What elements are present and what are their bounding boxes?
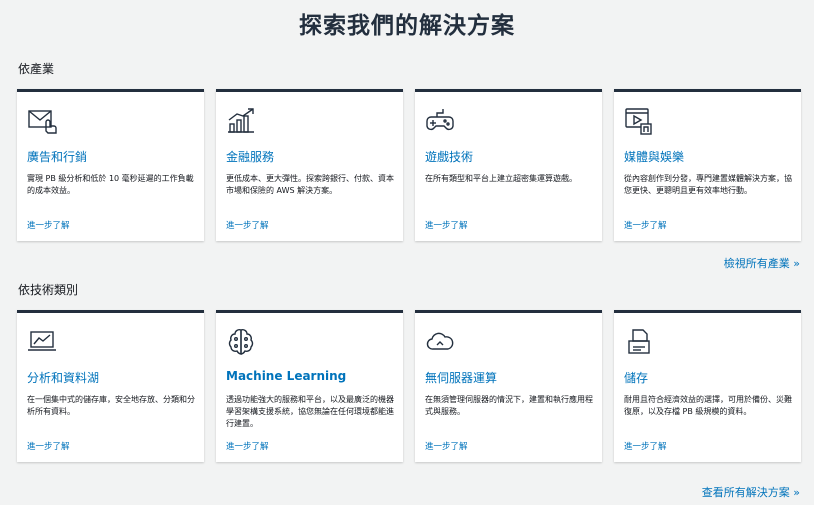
tech-card-desc: 耐用且符合經濟效益的選擇，可用於備份、災難復原，以及存檔 PB 級規模的資料。: [624, 395, 792, 416]
tech-card-machine-learning[interactable]: Machine Learning 透過功能強大的服務和平台，以及最廣泛的機器學習…: [216, 310, 403, 462]
tech-card-desc: 在一個集中式的儲存庫，安全地存放、分類和分析所有資料。: [27, 395, 195, 416]
tech-card-title[interactable]: 分析和資料湖: [27, 369, 99, 386]
cloud-icon: [425, 327, 455, 357]
learn-more-link[interactable]: 進一步了解: [425, 440, 468, 452]
industry-card-desc: 在所有類型和平台上建立超密集運算遊戲。: [425, 174, 577, 183]
game-controller-icon: [425, 106, 455, 136]
growth-chart-icon: [226, 106, 256, 136]
ad-mail-icon: [27, 106, 57, 136]
industry-card-title[interactable]: 金融服務: [226, 148, 274, 165]
industry-card-desc: 實現 PB 級分析和低於 10 毫秒延遲的工作負載的成本效益。: [27, 174, 194, 195]
learn-more-link[interactable]: 進一步了解: [27, 440, 70, 452]
tech-card-storage[interactable]: 儲存 耐用且符合經濟效益的選擇，可用於備份、災難復原，以及存檔 PB 級規模的資…: [614, 310, 801, 462]
technology-grid: 分析和資料湖 在一個集中式的儲存庫，安全地存放、分類和分析所有資料。 進一步了解…: [17, 310, 801, 462]
industry-card-title[interactable]: 媒體與娛樂: [624, 148, 684, 165]
industry-card-financial[interactable]: 金融服務 更低成本、更大彈性。探索跨銀行、付款、資本市場和保險的 AWS 解決方…: [216, 89, 403, 241]
industry-section-label: 依產業: [18, 62, 55, 76]
tech-card-title[interactable]: Machine Learning: [226, 369, 346, 383]
analytics-monitor-icon: [27, 327, 57, 357]
see-all-solutions-link[interactable]: 查看所有解決方案 »: [702, 484, 800, 500]
industry-card-title[interactable]: 廣告和行銷: [27, 148, 87, 165]
learn-more-link[interactable]: 進一步了解: [226, 219, 269, 231]
tech-card-serverless[interactable]: 無伺服器運算 在無須管理伺服器的情況下，建置和執行應用程式與服務。 進一步了解: [415, 310, 602, 462]
media-player-icon: [624, 106, 654, 136]
learn-more-link[interactable]: 進一步了解: [27, 219, 70, 231]
brain-chip-icon: [226, 327, 256, 357]
learn-more-link[interactable]: 進一步了解: [425, 219, 468, 231]
industry-card-title[interactable]: 遊戲技術: [425, 148, 473, 165]
tech-card-title[interactable]: 無伺服器運算: [425, 369, 497, 386]
industry-card-gaming[interactable]: 遊戲技術 在所有類型和平台上建立超密集運算遊戲。 進一步了解: [415, 89, 602, 241]
learn-more-link[interactable]: 進一步了解: [624, 219, 667, 231]
industry-card-media[interactable]: 媒體與娛樂 從內容創作到分發，專門建置媒體解決方案，協您更快、更聰明且更有效率地…: [614, 89, 801, 241]
tech-card-analytics[interactable]: 分析和資料湖 在一個集中式的儲存庫，安全地存放、分類和分析所有資料。 進一步了解: [17, 310, 204, 462]
tech-card-desc: 在無須管理伺服器的情況下，建置和執行應用程式與服務。: [425, 395, 593, 416]
storage-printer-icon: [624, 327, 654, 357]
tech-card-desc: 透過功能強大的服務和平台，以及最廣泛的機器學習架構支援系統，協您無論在任何環境都…: [226, 395, 394, 428]
technology-section-label: 依技術類別: [18, 283, 79, 297]
tech-card-title[interactable]: 儲存: [624, 369, 648, 386]
industry-grid: 廣告和行銷 實現 PB 級分析和低於 10 毫秒延遲的工作負載的成本效益。 進一…: [17, 89, 801, 241]
industry-card-desc: 更低成本、更大彈性。探索跨銀行、付款、資本市場和保險的 AWS 解決方案。: [226, 174, 394, 195]
see-all-industries-link[interactable]: 檢視所有產業 »: [724, 255, 800, 271]
industry-card-desc: 從內容創作到分發，專門建置媒體解決方案，協您更快、更聰明且更有效率地行動。: [624, 174, 792, 195]
learn-more-link[interactable]: 進一步了解: [624, 440, 667, 452]
page-title: 探索我們的解決方案: [299, 13, 515, 39]
industry-card-advertising[interactable]: 廣告和行銷 實現 PB 級分析和低於 10 毫秒延遲的工作負載的成本效益。 進一…: [17, 89, 204, 241]
learn-more-link[interactable]: 進一步了解: [226, 440, 269, 452]
